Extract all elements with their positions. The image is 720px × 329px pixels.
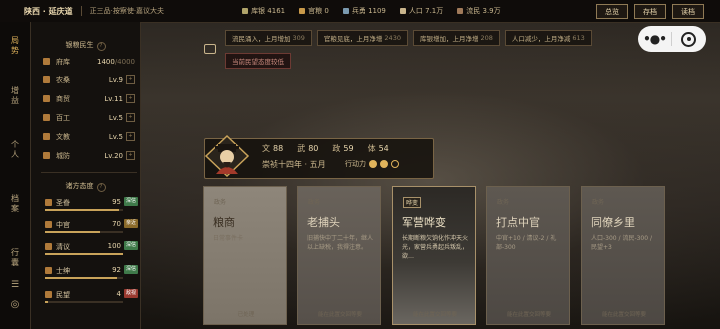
defense-icon (43, 152, 50, 159)
stat-silver: 库银 4161 (242, 6, 285, 16)
overview-button[interactable]: 总览 (596, 4, 628, 19)
attitude-badge: 深信 (124, 241, 138, 250)
emperor-icon (45, 199, 52, 206)
attitude-badge: 深信 (124, 265, 138, 274)
event-card-bribe-eunuch[interactable]: 政务 打点中官 中官+10 / 清议-2 / 礼部-300 能在此置交回等要 (486, 186, 570, 325)
info-panel: 银粮民生? 府库 1400/4000 农桑 Lv.9 + 商贸 Lv.11 + 百工 Lv.… (31, 22, 141, 329)
attr-physique: 体 54 (367, 144, 389, 153)
attitude-bar (45, 301, 123, 303)
upgrade-icon[interactable]: + (126, 75, 135, 84)
help-icon[interactable]: ? (96, 42, 106, 51)
upgrade-icon[interactable]: + (126, 132, 135, 141)
crafts-icon (43, 114, 50, 121)
people-icon (45, 291, 52, 298)
livelihood-row-treasury[interactable]: 府库 1400/4000 (43, 55, 135, 68)
attr-martial: 武 80 (297, 144, 319, 153)
top-bar: 陕西 · 延庆道 正三品·按察使·嘉议大夫 库银 4161 官粮 0 兵勇 11… (0, 0, 720, 23)
event-card-grain-merchant[interactable]: 政务 粮商 日常事件卡 已处理 (203, 186, 287, 325)
attr-politics: 政 59 (332, 144, 354, 153)
game-date: 崇祯十四年 · 五月 (262, 160, 326, 169)
action-point-icon (369, 160, 377, 168)
nav-situation[interactable]: 局势 (0, 36, 30, 56)
agriculture-icon (43, 76, 50, 83)
action-point-icon (380, 160, 388, 168)
notice-item[interactable]: 人口减少，上月净减 613 (504, 30, 592, 46)
silver-icon (242, 8, 249, 14)
nav-archive[interactable]: 档案 (0, 194, 30, 214)
factions-title: 诸方态度? (31, 181, 140, 192)
faction-row-people[interactable]: 民望 4 敌视 (45, 289, 138, 305)
save-button[interactable]: 存档 (634, 4, 666, 19)
commerce-icon (43, 95, 50, 102)
population-icon (399, 8, 406, 14)
help-icon[interactable]: ? (96, 183, 106, 192)
nav-buffs[interactable]: 增益 (0, 86, 30, 106)
livelihood-row-crafts[interactable]: 百工 Lv.5 + (43, 111, 135, 124)
eunuch-icon (45, 221, 52, 228)
action-points: 行动力 (345, 159, 399, 169)
upgrade-icon[interactable]: + (126, 113, 135, 122)
notice-item[interactable]: 流民涌入，上月增加 309 (225, 30, 312, 46)
stat-refugees: 流民 3.9万 (457, 6, 501, 16)
education-icon (43, 133, 50, 140)
stat-population: 人口 7.1万 (399, 6, 443, 16)
attitude-bar (45, 231, 123, 233)
attribute-list: 文 88 武 80 政 59 体 54 (262, 143, 389, 154)
refugee-icon (457, 8, 464, 14)
menu-icon[interactable]: ☰ (0, 280, 30, 290)
attitude-bar (45, 253, 123, 255)
livelihood-title: 银粮民生? (31, 40, 140, 51)
mutiny-badge: 哗变 (403, 197, 422, 208)
livelihood-row-agriculture[interactable]: 农桑 Lv.9 + (43, 73, 135, 86)
attitude-badge: 亲近 (124, 219, 138, 228)
settings-icon[interactable]: ◎ (0, 300, 30, 310)
attitude-bar (45, 209, 123, 211)
livelihood-row-commerce[interactable]: 商贸 Lv.11 + (43, 92, 135, 105)
event-card-colleague[interactable]: 政务 同僚乡里 人口-300 / 流民-300 / 民望+3 能在此置交回等要 (581, 186, 665, 325)
event-card-old-constable[interactable]: 政务 老捕头 旧捕快中丁二十年，继人以上缺税，我得注意。 能在此置交回等要 (297, 186, 381, 325)
portrait-avatar[interactable] (204, 134, 250, 178)
nav-inventory[interactable]: 行囊 (0, 248, 30, 268)
grain-icon (299, 8, 306, 14)
upgrade-icon[interactable]: + (126, 151, 135, 160)
attitude-badge: 深信 (124, 197, 138, 206)
livelihood-row-education[interactable]: 文教 Lv.5 + (43, 130, 135, 143)
faction-row-scholars[interactable]: 清议 100 深信 (45, 241, 138, 257)
close-icon[interactable] (672, 31, 705, 47)
load-button[interactable]: 读档 (672, 4, 704, 19)
attr-literary: 文 88 (262, 144, 284, 153)
location-label: 陕西 · 延庆道 (24, 6, 73, 16)
scholar-icon (45, 243, 52, 250)
action-point-icon (391, 160, 399, 168)
stat-grain: 官粮 0 (299, 6, 329, 16)
treasury-icon (43, 58, 50, 65)
stat-soldiers: 兵勇 1109 (342, 6, 386, 16)
rank-label: 正三品·按察使·嘉议大夫 (89, 7, 165, 15)
attitude-badge: 敌视 (124, 289, 138, 298)
capsule-menu: •●• (638, 26, 706, 52)
event-card-mutiny[interactable]: 哗变 军营哗变 长期断粮欠饷化作冲天火光，家营兵勇起兵叛乱，欲… 能在此置交回等… (392, 186, 476, 325)
upgrade-icon[interactable]: + (126, 94, 135, 103)
divider (80, 6, 82, 16)
faction-row-emperor[interactable]: 圣眷 95 深信 (45, 197, 138, 213)
divider (41, 172, 137, 173)
nav-personal[interactable]: 个人 (0, 140, 30, 160)
faction-row-gentry[interactable]: 士绅 92 深信 (45, 265, 138, 281)
notice-item[interactable]: 官粮见底，上月净增 2430 (316, 30, 408, 46)
more-options-icon[interactable]: •●• (638, 32, 671, 46)
notice-item[interactable]: 库银增加，上月净增 208 (412, 30, 500, 46)
attitude-bar (45, 277, 123, 279)
gentry-icon (45, 267, 52, 274)
chat-icon[interactable] (204, 44, 216, 54)
left-nav: 局势 增益 个人 档案 行囊 ☰ ◎ (0, 22, 31, 329)
warning-notice[interactable]: 当前民望态度较低 (225, 53, 291, 69)
livelihood-row-defense[interactable]: 城防 Lv.20 + (43, 149, 135, 162)
faction-row-eunuchs[interactable]: 中官 70 亲近 (45, 219, 138, 235)
soldier-icon (342, 8, 349, 14)
notice-bar: 流民涌入，上月增加 309 官粮见底，上月净增 2430 库银增加，上月净增 208 … (225, 30, 592, 46)
